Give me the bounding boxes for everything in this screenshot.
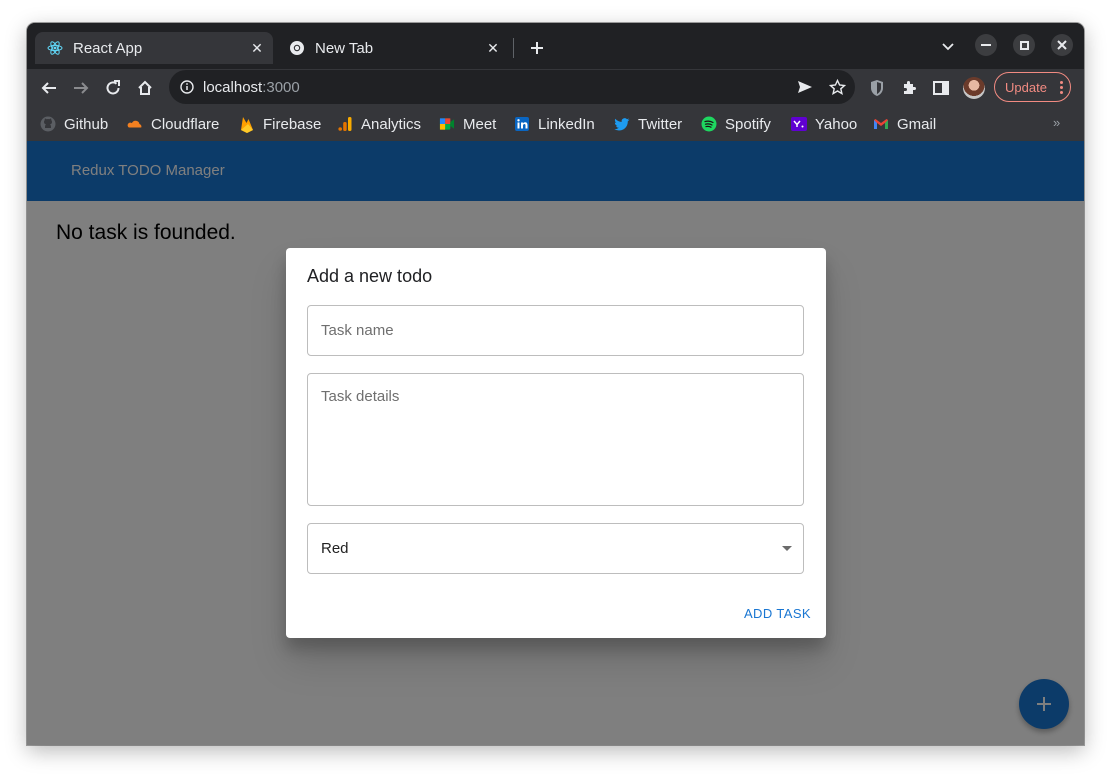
- shield-icon: [871, 80, 883, 96]
- github-icon: [40, 116, 56, 132]
- spotify-icon: [701, 116, 717, 132]
- chrome-icon: [289, 40, 305, 56]
- tab-divider: [513, 38, 514, 58]
- tab-strip: React App ✕ New Tab ✕: [27, 23, 1084, 69]
- bookmark-label: Yahoo: [815, 115, 858, 133]
- tab-title: React App: [73, 39, 143, 57]
- analytics-icon: [337, 116, 353, 132]
- home-button[interactable]: [131, 74, 159, 102]
- bookmark-label: Gmail: [897, 115, 937, 133]
- puzzle-icon: [904, 81, 916, 94]
- bookmark-twitter[interactable]: Twitter: [614, 113, 682, 135]
- bookmark-gmail[interactable]: Gmail: [873, 113, 936, 135]
- close-window-button[interactable]: [1051, 34, 1073, 56]
- profile-avatar[interactable]: [963, 77, 985, 99]
- bookmark-label: Spotify: [725, 115, 771, 133]
- gmail-icon: [873, 116, 889, 132]
- color-select[interactable]: Red: [307, 523, 804, 574]
- home-icon: [138, 80, 152, 95]
- close-icon: [1057, 40, 1067, 50]
- task-name-input[interactable]: [307, 305, 804, 356]
- close-tab-icon[interactable]: ✕: [247, 38, 267, 58]
- extensions-button[interactable]: [895, 74, 923, 102]
- maximize-button[interactable]: [1013, 34, 1035, 56]
- minimize-button[interactable]: [975, 34, 997, 56]
- bookmark-linkedin[interactable]: LinkedIn: [514, 113, 595, 135]
- close-tab-icon[interactable]: ✕: [483, 38, 503, 58]
- side-panel-icon: [933, 81, 949, 95]
- info-icon[interactable]: [179, 79, 195, 95]
- plus-icon: [531, 42, 543, 54]
- url-host: localhost: [203, 78, 263, 96]
- bookmark-meet[interactable]: Meet: [439, 113, 496, 135]
- bookmark-firebase[interactable]: Firebase: [239, 113, 321, 135]
- bookmark-github[interactable]: Github: [40, 113, 108, 135]
- twitter-icon: [614, 116, 630, 132]
- linkedin-icon: [514, 116, 530, 132]
- maximize-icon: [1019, 40, 1029, 50]
- dialog-title: Add a new todo: [307, 266, 433, 286]
- bookmark-label: Meet: [463, 115, 497, 133]
- react-icon: [47, 40, 63, 56]
- side-panel-button[interactable]: [927, 74, 955, 102]
- reload-button[interactable]: [99, 74, 127, 102]
- bookmarks-bar: Github Cloudflare Firebase Analytics Mee…: [27, 107, 1084, 142]
- url-port: :3000: [262, 78, 300, 96]
- bookmark-star-button[interactable]: [827, 77, 847, 97]
- chevron-down-icon: [942, 43, 954, 51]
- bookmark-cloudflare[interactable]: Cloudflare: [127, 113, 219, 135]
- task-details-textarea[interactable]: [307, 373, 804, 506]
- arrow-right-icon: [74, 82, 89, 94]
- dropdown-arrow-icon: [782, 546, 792, 551]
- send-tab-button[interactable]: [795, 77, 815, 97]
- bookmark-label: Github: [64, 115, 109, 133]
- bookmark-label: Analytics: [361, 115, 422, 133]
- bookmark-label: LinkedIn: [538, 115, 595, 133]
- color-select-value: Red: [321, 540, 349, 557]
- send-icon: [798, 81, 812, 93]
- bookmark-yahoo[interactable]: Yahoo: [791, 113, 857, 135]
- browser-toolbar: localhost:3000 Update: [27, 69, 1084, 107]
- bookmark-label: Twitter: [638, 115, 683, 133]
- browser-window: React App ✕ New Tab ✕ localhost:3000 Up…: [27, 23, 1084, 745]
- address-bar[interactable]: localhost:3000: [169, 70, 855, 104]
- update-label: Update: [1005, 79, 1047, 95]
- web-page: Redux TODO Manager No task is founded. A…: [27, 141, 1084, 745]
- tab-new-tab[interactable]: New Tab ✕: [277, 32, 509, 64]
- firebase-icon: [239, 116, 255, 133]
- cloudflare-icon: [127, 116, 143, 132]
- star-icon: [828, 78, 846, 95]
- update-button[interactable]: Update: [994, 72, 1071, 102]
- add-task-button[interactable]: ADD TASK: [744, 606, 811, 621]
- minimize-icon: [981, 44, 991, 46]
- tab-title: New Tab: [315, 39, 374, 57]
- back-button[interactable]: [35, 74, 63, 102]
- bookmarks-overflow-button[interactable]: »: [1053, 115, 1060, 130]
- bookmark-label: Cloudflare: [151, 115, 220, 133]
- brave-shield-extension[interactable]: [863, 74, 891, 102]
- yahoo-icon: [791, 116, 807, 132]
- meet-icon: [439, 116, 455, 132]
- tab-react-app[interactable]: React App ✕: [35, 32, 273, 64]
- add-todo-dialog: Add a new todo Red ADD TASK: [286, 248, 826, 638]
- bookmark-analytics[interactable]: Analytics: [337, 113, 421, 135]
- bookmark-label: Firebase: [263, 115, 322, 133]
- reload-icon: [106, 80, 120, 95]
- new-tab-button[interactable]: [525, 36, 549, 60]
- arrow-left-icon: [41, 82, 56, 94]
- kebab-menu-icon: [1060, 80, 1063, 94]
- forward-button[interactable]: [67, 74, 95, 102]
- bookmark-spotify[interactable]: Spotify: [701, 113, 771, 135]
- tab-search-button[interactable]: [937, 36, 959, 58]
